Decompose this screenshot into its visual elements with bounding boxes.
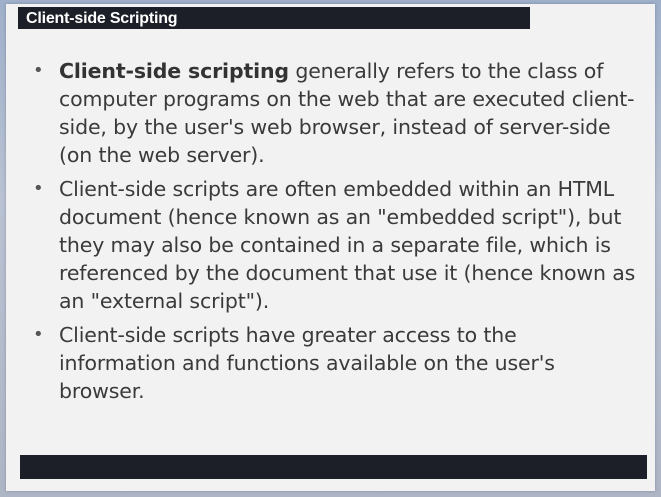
bullet-text: Client-side scripts have greater access … — [59, 323, 555, 403]
bullet-icon: • — [33, 178, 44, 199]
slide: Client-side Scripting • Client-side scrip… — [6, 4, 655, 491]
bullet-item: • Client-side scripting generally refers … — [28, 57, 638, 169]
bullet-list: • Client-side scripting generally refers … — [28, 57, 638, 411]
bullet-item: • Client-side scripts are often embedded … — [28, 175, 638, 315]
bullet-text: Client-side scripts are often embedded w… — [59, 177, 636, 313]
bullet-item: • Client-side scripts have greater access… — [28, 321, 638, 405]
bullet-icon: • — [33, 60, 44, 81]
bullet-term: Client-side scripting — [59, 59, 289, 83]
footer-bar — [20, 455, 647, 479]
bullet-icon: • — [33, 324, 44, 345]
presentation-frame: Client-side Scripting • Client-side scrip… — [0, 0, 661, 497]
slide-title: Client-side Scripting — [26, 10, 178, 27]
